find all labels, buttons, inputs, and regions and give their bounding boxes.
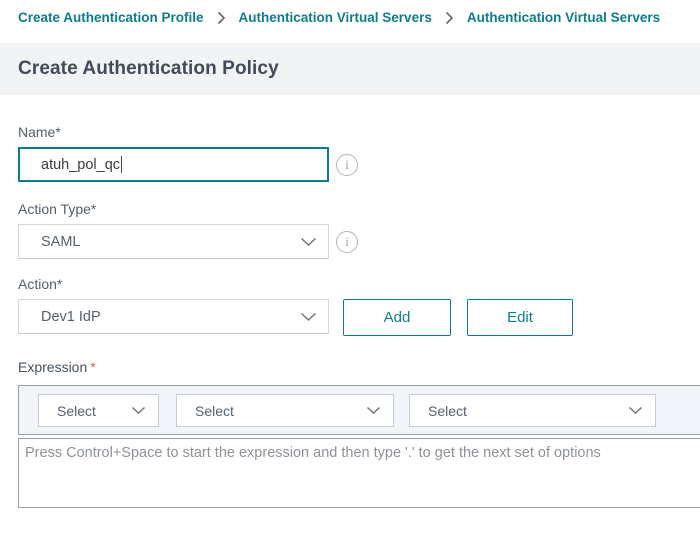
action-type-label: Action Type*	[18, 201, 96, 217]
expression-builder-toolbar: Select Select Select	[18, 385, 700, 435]
page-title: Create Authentication Policy	[18, 58, 279, 80]
action-select[interactable]: Dev1 IdP	[18, 299, 329, 334]
expression-select-3[interactable]: Select	[409, 394, 656, 427]
chevron-down-icon	[366, 406, 381, 415]
expression-select-2-value: Select	[195, 403, 234, 419]
edit-button[interactable]: Edit	[467, 299, 573, 336]
chevron-right-icon	[217, 11, 226, 25]
action-type-selected-value: SAML	[41, 234, 81, 250]
expression-select-1-value: Select	[57, 403, 96, 419]
title-band: Create Authentication Policy	[0, 43, 700, 95]
create-authentication-policy-page: Create Authentication Profile Authentica…	[0, 0, 700, 545]
action-type-info-icon[interactable]: i	[336, 231, 358, 253]
name-input[interactable]: atuh_pol_qc	[18, 147, 329, 182]
chevron-down-icon	[300, 312, 317, 322]
expression-select-1[interactable]: Select	[38, 394, 159, 427]
chevron-down-icon	[131, 406, 146, 415]
breadcrumb-link-authentication-virtual-servers[interactable]: Authentication Virtual Servers	[239, 10, 432, 25]
breadcrumb-link-authentication-virtual-servers-2[interactable]: Authentication Virtual Servers	[467, 10, 660, 25]
expression-editor[interactable]	[18, 438, 700, 508]
expression-label: Expression*	[18, 359, 96, 375]
chevron-right-icon	[445, 11, 454, 25]
action-type-select[interactable]: SAML	[18, 224, 329, 259]
text-caret	[121, 156, 122, 173]
action-selected-value: Dev1 IdP	[41, 309, 101, 325]
required-asterisk: *	[90, 359, 95, 375]
expression-select-3-value: Select	[428, 403, 467, 419]
name-label: Name*	[18, 124, 61, 140]
breadcrumb: Create Authentication Profile Authentica…	[18, 10, 700, 25]
expression-select-2[interactable]: Select	[176, 394, 394, 427]
breadcrumb-link-create-authentication-profile[interactable]: Create Authentication Profile	[18, 10, 204, 25]
name-input-value: atuh_pol_qc	[41, 157, 120, 173]
chevron-down-icon	[300, 237, 317, 247]
add-button[interactable]: Add	[343, 299, 451, 336]
name-info-icon[interactable]: i	[336, 154, 358, 176]
action-label: Action*	[18, 276, 62, 292]
chevron-down-icon	[628, 406, 643, 415]
